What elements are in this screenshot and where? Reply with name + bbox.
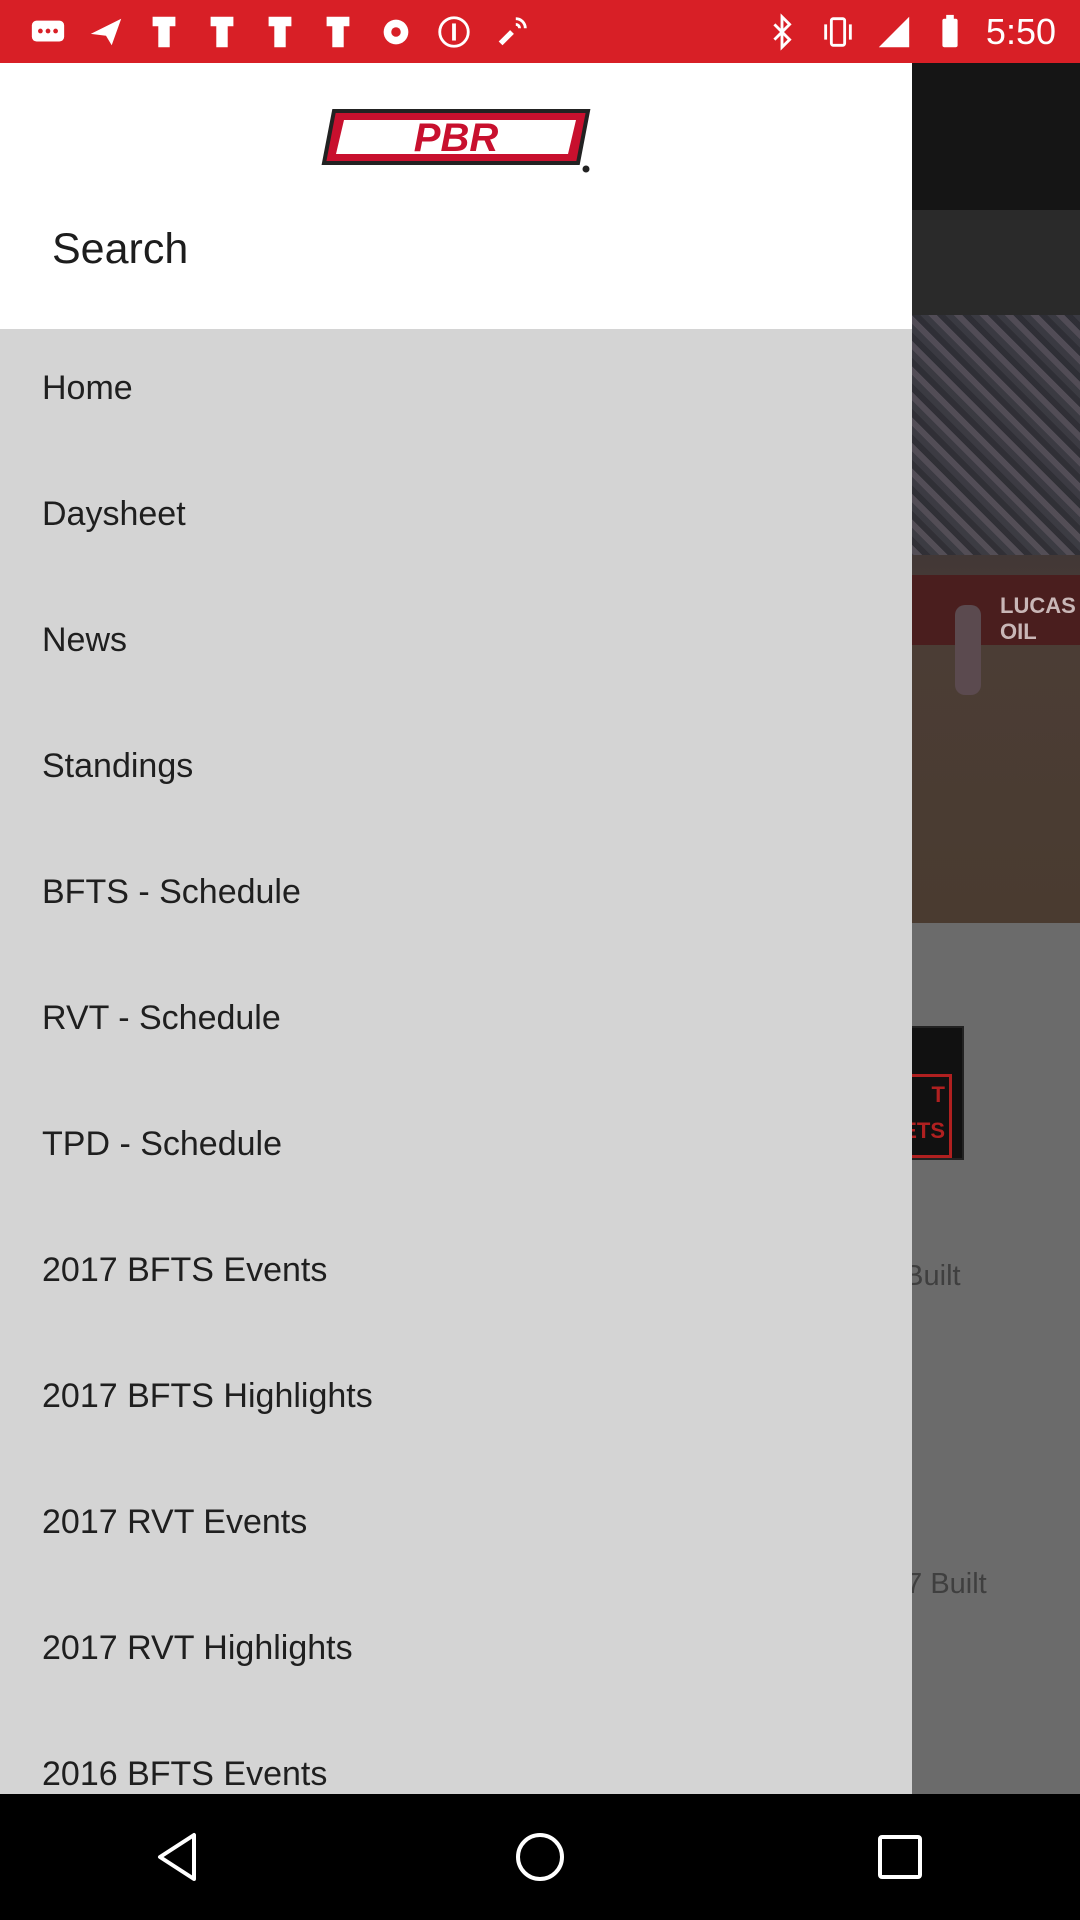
status-time: 5:50 <box>985 10 1056 52</box>
arena-wall: LUCAS OIL <box>900 575 1080 645</box>
menu-item-standings[interactable]: Standings <box>0 707 912 833</box>
menu-item-label: 2017 RVT Events <box>42 1503 308 1541</box>
image-icon <box>144 12 184 52</box>
menu-item-label: Standings <box>42 747 194 785</box>
menu-item-tpd-schedule[interactable]: TPD - Schedule <box>0 1085 912 1211</box>
svg-text:PBR: PBR <box>414 116 499 160</box>
menu-item-home[interactable]: Home <box>0 329 912 455</box>
menu-item-label: 2017 BFTS Highlights <box>42 1377 373 1415</box>
image-icon <box>202 12 242 52</box>
signal-icon <box>874 12 914 52</box>
menu-item-label: RVT - Schedule <box>42 999 281 1037</box>
drawer-menu: Home Daysheet News Standings BFTS - Sche… <box>0 329 912 1794</box>
image-icon <box>260 12 300 52</box>
info-icon <box>434 12 474 52</box>
menu-item-2017-bfts-highlights[interactable]: 2017 BFTS Highlights <box>0 1337 912 1463</box>
bluetooth-icon <box>762 12 802 52</box>
send-icon <box>86 12 126 52</box>
navigation-drawer: PBR Search Home Daysheet News Standings … <box>0 63 912 1794</box>
menu-item-2016-bfts-events[interactable]: 2016 BFTS Events <box>0 1715 912 1794</box>
battery-icon <box>930 12 970 52</box>
menu-item-2017-bfts-events[interactable]: 2017 BFTS Events <box>0 1211 912 1337</box>
home-button[interactable] <box>500 1817 580 1897</box>
status-bar: 5:50 <box>0 0 1080 63</box>
fake-gps-icon <box>492 12 532 52</box>
menu-item-label: BFTS - Schedule <box>42 873 301 911</box>
menu-item-label: 2017 BFTS Events <box>42 1251 328 1289</box>
system-status: 5:50 <box>762 11 1056 53</box>
rider-figure <box>955 605 981 695</box>
drawer-header: PBR Search <box>0 63 912 329</box>
menu-item-rvt-schedule[interactable]: RVT - Schedule <box>0 959 912 1085</box>
image-icon <box>318 12 358 52</box>
messages-icon <box>28 12 68 52</box>
menu-item-label: 2016 BFTS Events <box>42 1755 328 1793</box>
menu-item-label: 2017 RVT Highlights <box>42 1629 353 1667</box>
menu-item-bfts-schedule[interactable]: BFTS - Schedule <box>0 833 912 959</box>
menu-item-news[interactable]: News <box>0 581 912 707</box>
back-icon <box>158 1833 196 1881</box>
menu-item-label: Daysheet <box>42 495 186 533</box>
record-icon <box>376 12 416 52</box>
home-icon <box>516 1833 564 1881</box>
pbr-logo: PBR <box>321 109 591 173</box>
search-item[interactable]: Search <box>52 225 188 274</box>
vibrate-icon <box>818 12 858 52</box>
menu-item-2017-rvt-events[interactable]: 2017 RVT Events <box>0 1463 912 1589</box>
back-button[interactable] <box>140 1817 220 1897</box>
menu-item-daysheet[interactable]: Daysheet <box>0 455 912 581</box>
menu-item-label: TPD - Schedule <box>42 1125 282 1163</box>
menu-item-label: Home <box>42 369 133 407</box>
menu-item-label: News <box>42 621 128 659</box>
arena-sign-text: LUCAS OIL <box>1000 593 1076 644</box>
recents-button[interactable] <box>860 1817 940 1897</box>
recents-icon <box>878 1835 922 1879</box>
notification-icons <box>28 12 532 52</box>
system-nav-bar <box>0 1794 1080 1920</box>
menu-item-2017-rvt-highlights[interactable]: 2017 RVT Highlights <box>0 1589 912 1715</box>
